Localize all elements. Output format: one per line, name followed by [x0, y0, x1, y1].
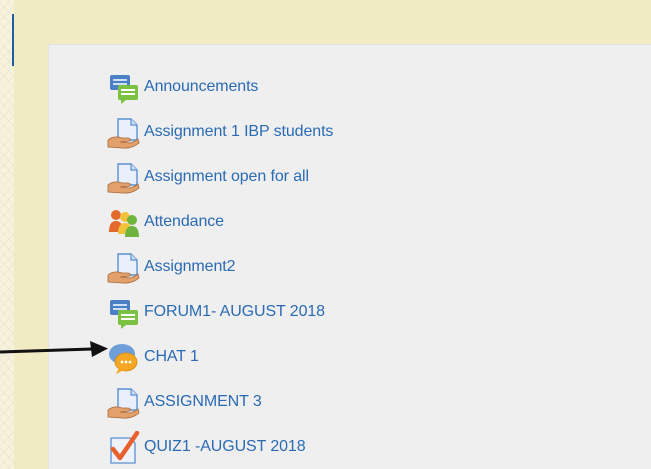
- activity-label: Assignment open for all: [144, 167, 309, 185]
- activity-chat-1[interactable]: CHAT 1: [106, 334, 333, 379]
- activity-label: ASSIGNMENT 3: [144, 392, 262, 410]
- activity-announcements[interactable]: Announcements: [106, 64, 333, 109]
- chat-icon: [106, 339, 142, 375]
- activity-label: Announcements: [144, 77, 259, 95]
- assignment-icon: [106, 114, 142, 150]
- activity-assignment-1-ibp[interactable]: Assignment 1 IBP students: [106, 109, 333, 154]
- side-stripe: [14, 44, 48, 469]
- pointer-arrow-icon: [0, 341, 108, 357]
- forum-icon: [106, 294, 142, 330]
- activity-assignment-open-for-all[interactable]: Assignment open for all: [106, 154, 333, 199]
- activity-label: CHAT 1: [144, 347, 199, 365]
- course-section: Announcements Assignment 1 IBP students: [48, 44, 651, 469]
- course-page: Announcements Assignment 1 IBP students: [0, 0, 651, 469]
- activity-forum1-august-2018[interactable]: FORUM1- AUGUST 2018: [106, 289, 333, 334]
- assignment-icon: [106, 249, 142, 285]
- attendance-icon: [106, 204, 142, 240]
- assignment-icon: [106, 159, 142, 195]
- activity-label: FORUM1- AUGUST 2018: [144, 302, 325, 320]
- activity-label: Attendance: [144, 212, 224, 230]
- activity-label: Assignment 1 IBP students: [144, 122, 334, 140]
- activity-quiz1-august-2018[interactable]: QUIZ1 -AUGUST 2018: [106, 424, 333, 469]
- activity-list: Announcements Assignment 1 IBP students: [106, 64, 333, 469]
- quiz-icon: [106, 429, 142, 465]
- activity-attendance[interactable]: Attendance: [106, 199, 333, 244]
- activity-assignment2[interactable]: Assignment2: [106, 244, 333, 289]
- activity-label: Assignment2: [144, 257, 236, 275]
- activity-label: QUIZ1 -AUGUST 2018: [144, 437, 306, 455]
- assignment-icon: [106, 384, 142, 420]
- forum-icon: [106, 69, 142, 105]
- activity-assignment-3[interactable]: ASSIGNMENT 3: [106, 379, 333, 424]
